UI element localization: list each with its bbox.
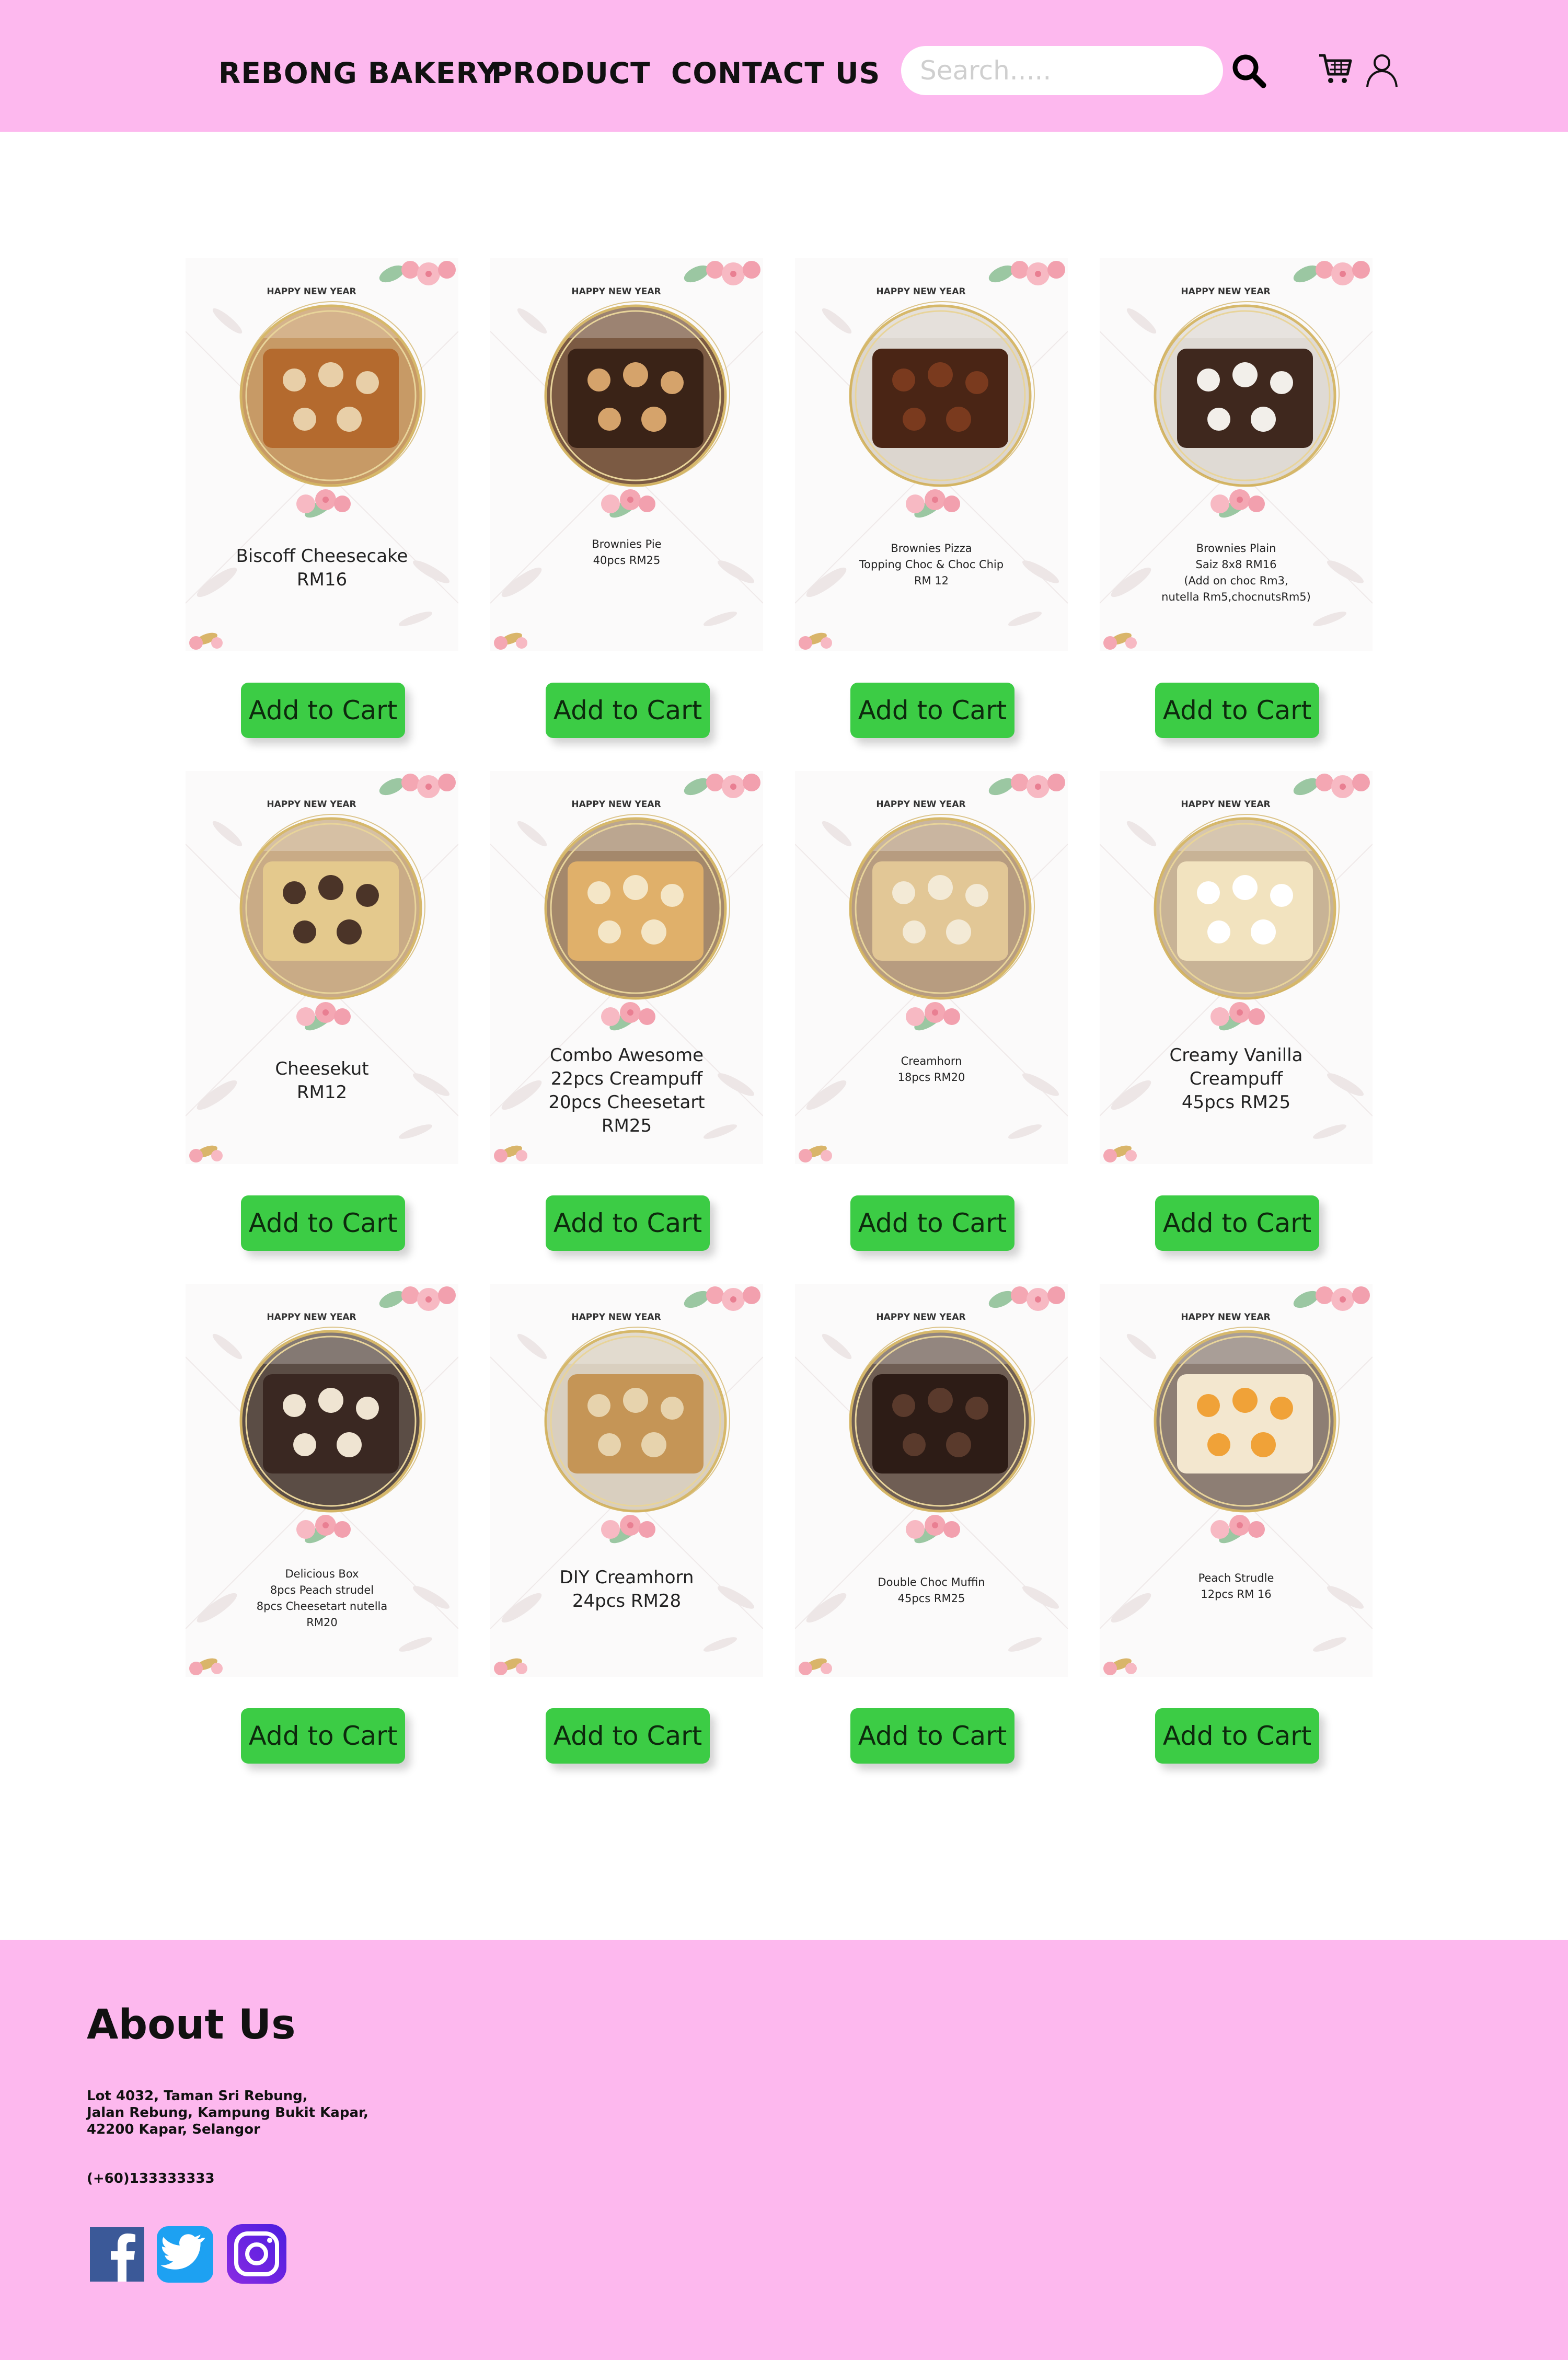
product-caption: Creamhorn 18pcs RM20 <box>897 1055 965 1084</box>
gold-ring-frame <box>1154 1327 1340 1513</box>
twitter-icon[interactable] <box>156 2225 214 2286</box>
facebook-icon[interactable] <box>89 2225 145 2284</box>
product-card: HAPPY NEW YEAR Brownies Pizza Topping Ch <box>795 258 1068 651</box>
add-to-cart-button[interactable]: Add to Cart <box>241 1708 405 1764</box>
add-to-cart-button[interactable]: Add to Cart <box>1155 1195 1319 1251</box>
gold-ring-frame <box>544 1327 730 1513</box>
gold-ring-frame <box>849 1327 1035 1513</box>
about-us-title: About Us <box>87 2001 296 2048</box>
instagram-icon[interactable] <box>226 2223 287 2287</box>
gold-ring-frame <box>849 301 1035 487</box>
product-card: HAPPY NEW YEAR Cheesekut RM12 <box>186 771 458 1164</box>
product-card: HAPPY NEW YEAR Biscoff Cheesecake RM16 <box>186 258 458 651</box>
product-caption: Peach Strudle 12pcs RM 16 <box>1198 1572 1274 1601</box>
product-card: HAPPY NEW YEAR Brownies Pie 40pcs RM25 <box>490 258 763 651</box>
gold-ring-frame <box>544 301 730 487</box>
happy-new-year-label: HAPPY NEW YEAR <box>1181 799 1271 810</box>
gold-ring-frame <box>1154 301 1340 487</box>
phone-number[interactable]: (+60)133333333 <box>87 2171 215 2186</box>
product-caption: Double Choc Muffin 45pcs RM25 <box>878 1576 985 1605</box>
gold-ring-frame <box>1154 814 1340 1000</box>
happy-new-year-label: HAPPY NEW YEAR <box>571 286 661 297</box>
product-card: HAPPY NEW YEAR Delicious Box 8pcs Peach <box>186 1284 458 1677</box>
happy-new-year-label: HAPPY NEW YEAR <box>876 799 966 810</box>
happy-new-year-label: HAPPY NEW YEAR <box>571 799 661 810</box>
happy-new-year-label: HAPPY NEW YEAR <box>267 286 356 297</box>
add-to-cart-button[interactable]: Add to Cart <box>1155 1708 1319 1764</box>
add-to-cart-button[interactable]: Add to Cart <box>546 683 710 738</box>
product-caption: Combo Awesome 22pcs Creampuff 20pcs Chee… <box>548 1045 705 1136</box>
add-to-cart-button[interactable]: Add to Cart <box>850 683 1014 738</box>
site-footer: About Us Lot 4032, Taman Sri Rebung, Jal… <box>0 1940 1568 2360</box>
product-caption: Cheesekut RM12 <box>275 1058 369 1103</box>
product-caption: Biscoff Cheesecake RM16 <box>236 546 408 590</box>
product-card: HAPPY NEW YEAR DIY Creamhorn 24pcs RM28 <box>490 1284 763 1677</box>
gold-ring-frame <box>239 301 425 487</box>
product-card: HAPPY NEW YEAR Combo Awesome 22pcs Cream <box>490 771 763 1164</box>
happy-new-year-label: HAPPY NEW YEAR <box>571 1312 661 1322</box>
happy-new-year-label: HAPPY NEW YEAR <box>267 1312 356 1322</box>
product-caption: Delicious Box 8pcs Peach strudel 8pcs Ch… <box>256 1568 388 1629</box>
user-icon[interactable] <box>1365 52 1399 90</box>
product-card: HAPPY NEW YEAR Peach Strudle 12pcs RM 16 <box>1100 1284 1373 1677</box>
add-to-cart-button[interactable]: Add to Cart <box>850 1708 1014 1764</box>
add-to-cart-button[interactable]: Add to Cart <box>850 1195 1014 1251</box>
gold-ring-frame <box>239 814 425 1000</box>
happy-new-year-label: HAPPY NEW YEAR <box>1181 286 1271 297</box>
add-to-cart-button[interactable]: Add to Cart <box>546 1195 710 1251</box>
happy-new-year-label: HAPPY NEW YEAR <box>267 799 356 810</box>
nav-product-link[interactable]: PRODUCT <box>491 56 651 90</box>
product-caption: Creamy Vanilla Creampuff 45pcs RM25 <box>1169 1045 1303 1113</box>
gold-ring-frame <box>239 1327 425 1513</box>
product-card: HAPPY NEW YEAR Creamhorn 18pcs RM20 <box>795 771 1068 1164</box>
add-to-cart-button[interactable]: Add to Cart <box>241 1195 405 1251</box>
cart-icon[interactable] <box>1317 51 1354 90</box>
add-to-cart-button[interactable]: Add to Cart <box>546 1708 710 1764</box>
nav-brand-link[interactable]: REBONG BAKERY <box>218 56 499 90</box>
product-caption: Brownies Pie 40pcs RM25 <box>592 538 662 567</box>
site-header: REBONG BAKERY PRODUCT CONTACT US <box>0 0 1568 132</box>
product-card: HAPPY NEW YEAR Brownies Plain Saiz 8x8 R <box>1100 258 1373 651</box>
happy-new-year-label: HAPPY NEW YEAR <box>876 1312 966 1322</box>
happy-new-year-label: HAPPY NEW YEAR <box>876 286 966 297</box>
product-caption: DIY Creamhorn 24pcs RM28 <box>559 1567 694 1611</box>
gold-ring-frame <box>849 814 1035 1000</box>
product-card: HAPPY NEW YEAR Double Choc Muffin 45pcs <box>795 1284 1068 1677</box>
add-to-cart-button[interactable]: Add to Cart <box>1155 683 1319 738</box>
search-input[interactable] <box>901 46 1223 95</box>
nav-contact-link[interactable]: CONTACT US <box>671 56 880 90</box>
search-icon[interactable] <box>1230 52 1267 91</box>
product-caption: Brownies Pizza Topping Choc & Choc Chip … <box>859 542 1004 587</box>
product-caption: Brownies Plain Saiz 8x8 RM16 (Add on cho… <box>1161 542 1311 603</box>
add-to-cart-button[interactable]: Add to Cart <box>241 683 405 738</box>
product-card: HAPPY NEW YEAR Creamy Vanilla Creampuff <box>1100 771 1373 1164</box>
happy-new-year-label: HAPPY NEW YEAR <box>1181 1312 1271 1322</box>
address-text: Lot 4032, Taman Sri Rebung, Jalan Rebung… <box>87 2088 368 2137</box>
gold-ring-frame <box>544 814 730 1000</box>
